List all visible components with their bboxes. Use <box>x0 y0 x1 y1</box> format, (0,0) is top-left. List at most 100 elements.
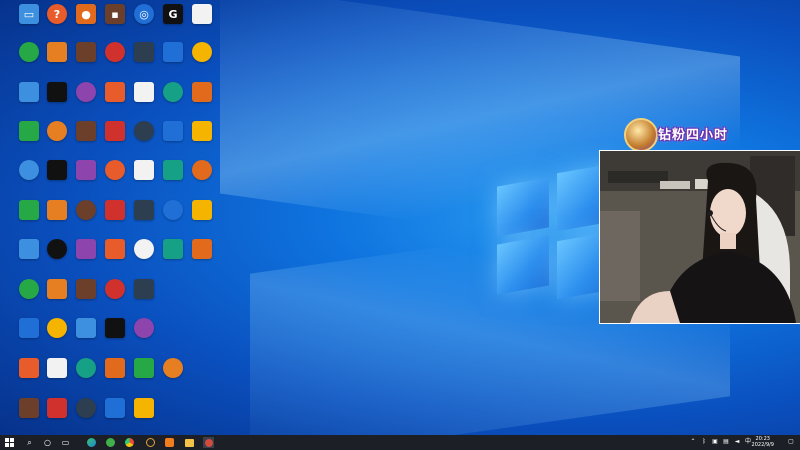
app-icon <box>47 160 67 180</box>
windows-icon <box>5 438 14 447</box>
webcam-feed <box>599 150 800 324</box>
taskbar-app-obs[interactable] <box>145 437 156 448</box>
webcam-image <box>600 151 800 323</box>
app-icon <box>19 200 39 220</box>
app-icon <box>47 200 67 220</box>
app-icon <box>105 200 125 220</box>
pinned-app-2-icon: ● <box>76 4 96 24</box>
app-icon <box>76 42 96 62</box>
app-icon <box>163 358 183 378</box>
app-icon <box>192 239 212 259</box>
app-icon <box>105 160 125 180</box>
taskbar-app-active[interactable] <box>203 437 214 448</box>
cortana-icon[interactable]: ○ <box>42 437 53 448</box>
app-icon <box>134 42 154 62</box>
app-icon <box>105 358 125 378</box>
app-icon <box>47 82 67 102</box>
tray-clock[interactable]: 20:23 2022/9/9 <box>752 436 774 448</box>
app-icon <box>163 160 183 180</box>
tray-up-arrow-icon[interactable]: ⌃ <box>690 439 696 445</box>
app-icon <box>19 42 39 62</box>
pinned-app-3-icon: ▪ <box>105 4 125 24</box>
app-icon <box>76 160 96 180</box>
app-icon <box>192 200 212 220</box>
app-icon <box>19 82 39 102</box>
app-icon <box>134 160 154 180</box>
app-icon <box>163 121 183 141</box>
app-icon <box>47 318 67 338</box>
app-icon <box>105 279 125 299</box>
this-pc-icon: ▭ <box>19 4 39 24</box>
app-icon <box>163 42 183 62</box>
app-icon <box>19 318 39 338</box>
app-icon <box>134 279 154 299</box>
app-icon <box>192 82 212 102</box>
app-icon <box>19 279 39 299</box>
tray-app-icon[interactable]: ▣ <box>712 439 718 445</box>
tray-volume-icon[interactable]: ◄ <box>734 439 740 445</box>
app-icon <box>76 121 96 141</box>
app-icon <box>134 239 154 259</box>
search-icon[interactable]: ⌕ <box>24 437 35 448</box>
clock-date: 2022/9/9 <box>751 442 774 448</box>
wallpaper-engine-icon: ◎ <box>134 4 154 24</box>
app-icon <box>47 279 67 299</box>
app-icon <box>134 318 154 338</box>
taskbar-app-edge[interactable] <box>86 437 97 448</box>
app-icon <box>163 239 183 259</box>
diamond-gem-icon <box>624 118 658 152</box>
app-icon <box>19 358 39 378</box>
taskbar-app-orange[interactable] <box>164 437 175 448</box>
desktop[interactable]: ▭? ● ▪ ◎ G 钻粉四小时 <box>0 0 800 435</box>
app-icon <box>76 200 96 220</box>
notification-icon[interactable]: ▢ <box>788 439 794 445</box>
start-button[interactable] <box>4 437 15 448</box>
taskbar-app-greenapp[interactable] <box>105 437 116 448</box>
app-icon <box>47 239 67 259</box>
app-icon <box>134 200 154 220</box>
app-icon <box>76 279 96 299</box>
tray-ime-icon[interactable]: 中 <box>745 439 751 445</box>
app-icon <box>192 121 212 141</box>
app-icon <box>192 42 212 62</box>
task-view-icon[interactable]: ▭ <box>60 437 71 448</box>
taskbar-app-folder[interactable] <box>184 437 195 448</box>
badge-text: 钻粉四小时 <box>658 128 729 143</box>
app-icon <box>47 42 67 62</box>
desktop-icon[interactable] <box>182 237 222 285</box>
app-icon <box>105 121 125 141</box>
app-icon <box>134 121 154 141</box>
app-icon <box>134 398 154 418</box>
logitech-icon: G <box>163 4 183 24</box>
app-icon <box>19 121 39 141</box>
app-icon <box>76 398 96 418</box>
app-icon <box>47 358 67 378</box>
document-icon <box>192 4 212 24</box>
app-icon <box>105 318 125 338</box>
taskbar: ⌕ ○ ▭ ⌃ ᛒ ▣ ▤ ◄ 中 20:23 2022/9/9 ▢ <box>0 435 800 450</box>
app-icon <box>134 358 154 378</box>
app-icon <box>76 358 96 378</box>
tray-network-icon[interactable]: ▤ <box>723 439 729 445</box>
app-icon <box>19 239 39 259</box>
app-icon <box>134 82 154 102</box>
desktop-icon[interactable] <box>124 396 164 435</box>
app-icon <box>163 82 183 102</box>
stream-overlay-badge: 钻粉四小时 <box>618 118 758 152</box>
pinned-app-1-icon: ? <box>47 4 67 24</box>
app-icon <box>76 318 96 338</box>
app-icon <box>105 239 125 259</box>
app-icon <box>47 398 67 418</box>
app-icon <box>47 121 67 141</box>
tray-bluetooth-icon[interactable]: ᛒ <box>701 439 707 445</box>
app-icon <box>105 82 125 102</box>
app-icon <box>76 239 96 259</box>
app-icon <box>19 398 39 418</box>
app-icon <box>192 160 212 180</box>
app-icon <box>105 42 125 62</box>
app-icon <box>19 160 39 180</box>
app-icon <box>163 200 183 220</box>
taskbar-app-chrome[interactable] <box>124 437 135 448</box>
app-icon <box>105 398 125 418</box>
app-icon <box>76 82 96 102</box>
